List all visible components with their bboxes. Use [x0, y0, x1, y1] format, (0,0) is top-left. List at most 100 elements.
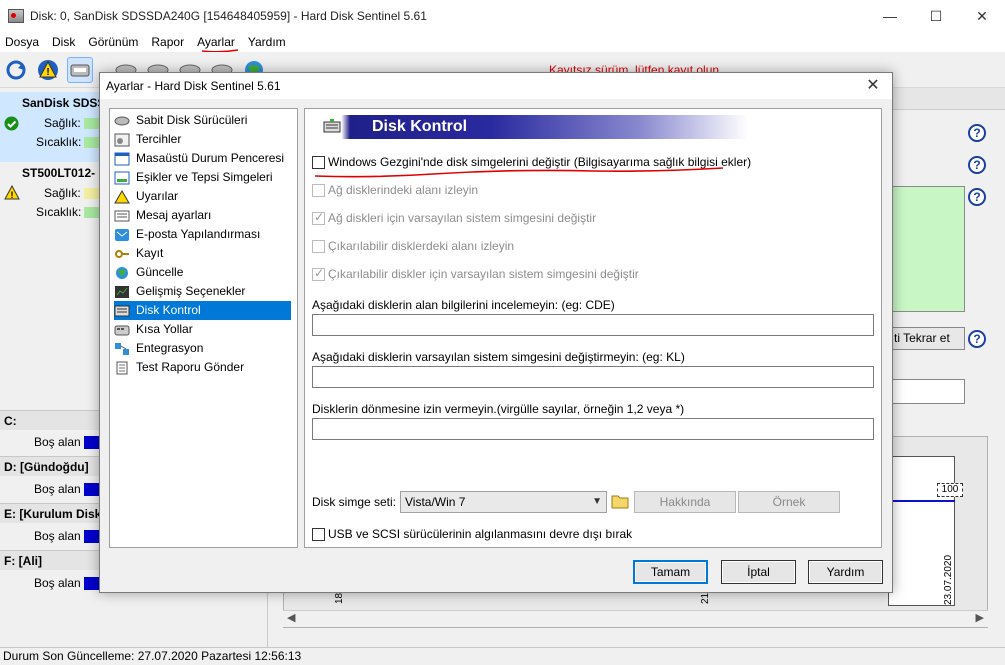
free-space-row: Boş alan: [0, 432, 105, 452]
disk-entry[interactable]: ST500LT012- ! Sağlık: Sıcaklık:: [0, 162, 105, 230]
free-space-row: Boş alan: [0, 479, 105, 499]
nav-item-label: Test Raporu Gönder: [136, 360, 245, 374]
icon-set-select[interactable]: Vista/Win 7 ▼: [400, 491, 607, 513]
network-icon-checkbox[interactable]: Ağ diskleri için varsayılan sistem simge…: [312, 209, 596, 227]
network-space-checkbox[interactable]: Ağ disklerindeki alanı izleyin: [312, 181, 478, 199]
nav-item-send-report[interactable]: Test Raporu Gönder: [114, 358, 250, 377]
nav-item-label: Mesaj ayarları: [136, 208, 212, 222]
nav-item-label: Güncelle: [136, 265, 184, 279]
disk-entry[interactable]: SanDisk SDSS Sağlık: Sıcaklık:: [0, 92, 105, 162]
nav-item-label: Gelişmiş Seçenekler: [136, 284, 246, 298]
no-spin-input[interactable]: [312, 418, 874, 440]
checkbox-label: USB ve SCSI sürücülerinin algılanmasını …: [328, 527, 633, 541]
example-button[interactable]: Örnek: [738, 491, 840, 513]
health-label: Sağlık:: [44, 186, 81, 200]
usb-scsi-checkbox[interactable]: USB ve SCSI sürücülerinin algılanmasını …: [312, 525, 632, 543]
minimize-button[interactable]: —: [867, 0, 913, 32]
removable-space-checkbox[interactable]: Çıkarılabilir disklerdeki alanı izleyin: [312, 237, 514, 255]
nav-item-shortcuts[interactable]: Kısa Yollar: [114, 320, 199, 339]
checkbox-box[interactable]: [312, 183, 325, 197]
menu-rapor[interactable]: Rapor: [146, 35, 192, 49]
help-icon[interactable]: ?: [968, 330, 986, 348]
removable-icon-checkbox[interactable]: Çıkarılabilir diskler için varsayılan si…: [312, 265, 639, 283]
nav-item-label: Sabit Disk Sürücüleri: [136, 113, 248, 127]
chip-icon: [114, 285, 130, 299]
menu-ayarlar[interactable]: Ayarlar: [192, 35, 243, 49]
nav-item-disk-control[interactable]: Disk Kontrol: [114, 301, 291, 320]
checkbox-box[interactable]: [312, 239, 325, 253]
checkbox-box[interactable]: [312, 527, 325, 541]
nav-item-message-settings[interactable]: Mesaj ayarları: [114, 206, 217, 225]
nav-item-label: Eşikler ve Tepsi Simgeleri: [136, 170, 273, 184]
exclude-icon-label: Aşağıdaki disklerin varsayılan sistem si…: [312, 350, 685, 364]
nav-item-label: Disk Kontrol: [136, 303, 201, 317]
temp-label: Sıcaklık:: [36, 135, 82, 149]
menubar: Dosya Disk Görünüm Rapor Ayarlar Yardım: [0, 32, 1005, 52]
message-icon: [114, 209, 130, 223]
temp-row: Sıcaklık:: [0, 203, 105, 222]
warning-icon: [114, 189, 130, 204]
checkbox-box[interactable]: [312, 210, 325, 225]
exclude-space-input[interactable]: [312, 314, 874, 336]
nav-item-alerts[interactable]: Uyarılar: [114, 187, 184, 206]
free-space-label: Boş alan: [34, 435, 81, 449]
help-button[interactable]: Yardım: [808, 560, 883, 584]
nav-item-advanced[interactable]: Gelişmiş Seçenekler: [114, 282, 251, 301]
help-icon[interactable]: ?: [968, 124, 986, 142]
no-spin-label: Disklerin dönmesine izin vermeyin.(virgü…: [312, 402, 685, 416]
refresh-icon[interactable]: [3, 57, 29, 83]
menu-yardim[interactable]: Yardım: [243, 35, 294, 49]
warning-icon[interactable]: !: [35, 57, 61, 83]
help-icon[interactable]: ?: [968, 156, 986, 174]
free-space-row: Boş alan: [0, 526, 105, 546]
nav-item-registration[interactable]: Kayıt: [114, 244, 169, 263]
nav-item-thresholds[interactable]: Eşikler ve Tepsi Simgeleri: [114, 168, 279, 187]
nav-item-label: Uyarılar: [136, 189, 179, 203]
exclude-icon-input[interactable]: [312, 366, 874, 388]
menu-dosya[interactable]: Dosya: [0, 35, 47, 49]
settings-nav-tree: Sabit Disk Sürücüleri Tercihler Masaüstü…: [109, 108, 298, 548]
disk-icon[interactable]: [67, 56, 93, 83]
partition-c[interactable]: C:: [0, 410, 105, 430]
partition-e[interactable]: E: [Kurulum Diski]: [0, 503, 105, 523]
nav-item-email-config[interactable]: E-posta Yapılandırması: [114, 225, 266, 244]
dialog-close-button[interactable]: ✕: [860, 73, 886, 99]
menu-gorunum[interactable]: Görünüm: [83, 35, 146, 49]
health-label: Sağlık:: [44, 116, 81, 130]
info-box: [883, 379, 965, 404]
retry-button[interactable]: ti Tekrar et: [883, 327, 965, 350]
nav-item-update[interactable]: Güncelle: [114, 263, 189, 282]
free-space-label: Boş alan: [34, 482, 81, 496]
section-title: Disk Kontrol: [372, 118, 468, 135]
partition-f[interactable]: F: [Ali]: [0, 550, 105, 570]
nav-item-integration[interactable]: Entegrasyon: [114, 339, 209, 358]
menu-disk[interactable]: Disk: [47, 35, 83, 49]
graph-date-label: 23.07.2020: [943, 554, 954, 605]
maximize-button[interactable]: ☐: [913, 0, 959, 32]
checkbox-box[interactable]: [312, 266, 325, 281]
nav-item-label: Masaüstü Durum Penceresi: [136, 151, 285, 165]
report-icon: [114, 361, 130, 375]
partition-d[interactable]: D: [Gündoğdu]: [0, 456, 105, 476]
nav-item-desktop-status[interactable]: Masaüstü Durum Penceresi: [114, 149, 290, 168]
about-button[interactable]: Hakkında: [634, 491, 736, 513]
exclude-space-label: Aşağıdaki disklerin alan bilgilerini inc…: [312, 298, 615, 312]
gear-icon: [114, 133, 130, 147]
help-icon[interactable]: ?: [968, 188, 986, 206]
nav-item-preferences[interactable]: Tercihler: [114, 130, 187, 149]
horizontal-scrollbar[interactable]: ◀ ▶: [283, 610, 988, 627]
nav-item-hard-disks[interactable]: Sabit Disk Sürücüleri: [114, 111, 253, 130]
app-icon: [8, 9, 24, 23]
ok-button[interactable]: Tamam: [633, 560, 708, 584]
scroll-left-icon[interactable]: ◀: [287, 611, 295, 624]
close-button[interactable]: ✕: [959, 0, 1005, 32]
scroll-right-icon[interactable]: ▶: [976, 611, 984, 624]
temp-row: Sıcaklık:: [0, 133, 105, 152]
key-icon: [114, 247, 130, 261]
svg-text:!: !: [46, 67, 49, 78]
cancel-button[interactable]: İptal: [721, 560, 796, 584]
folder-icon[interactable]: [611, 493, 629, 509]
chevron-down-icon: ▼: [592, 496, 602, 507]
graph-series-line: [888, 500, 955, 502]
globe-icon: [114, 266, 130, 280]
